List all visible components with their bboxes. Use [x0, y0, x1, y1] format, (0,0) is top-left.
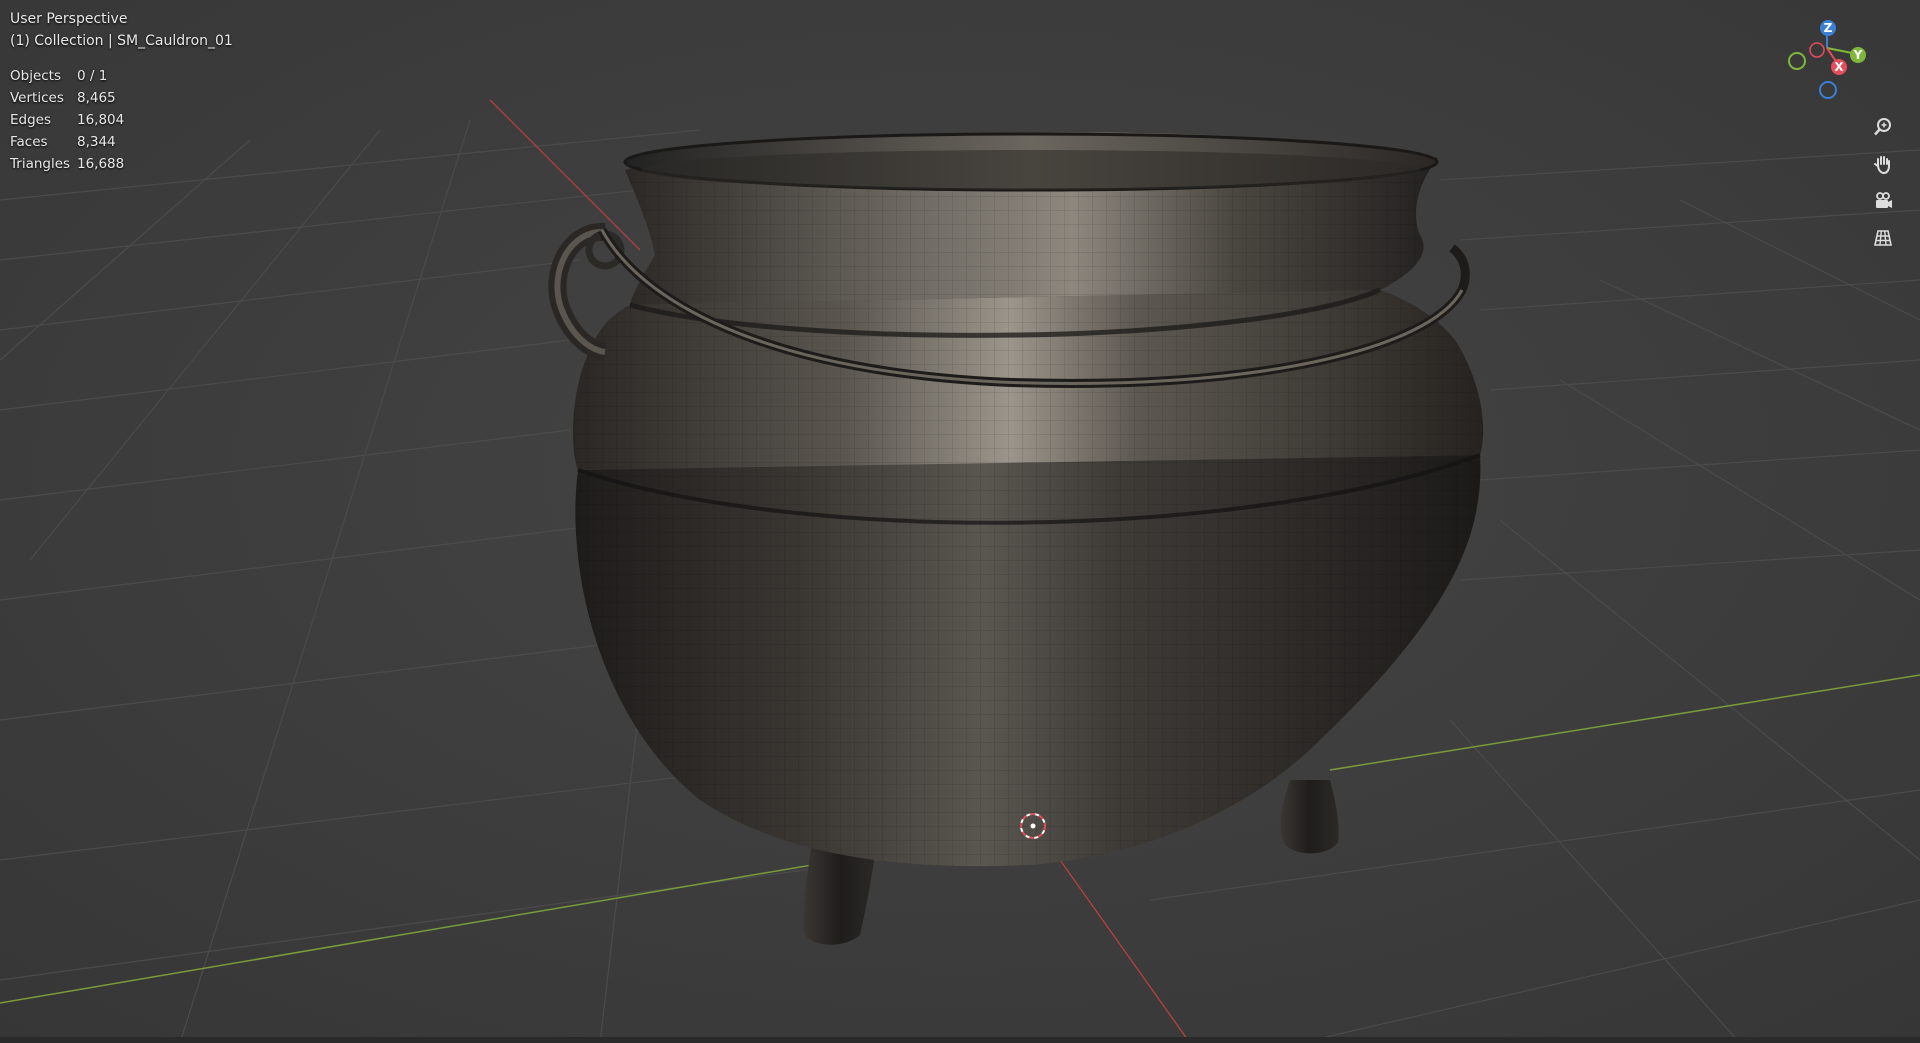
viewport-navigation-buttons [1868, 112, 1898, 253]
x-axis-label: X [1834, 60, 1844, 74]
z-axis-label: Z [1824, 21, 1833, 35]
stat-label: Faces [10, 134, 48, 150]
perspective-toggle-button[interactable] [1868, 223, 1898, 253]
neg-y-axis-handle[interactable] [1788, 52, 1806, 70]
stat-value: 0 / 1 [77, 68, 108, 84]
zoom-button[interactable] [1868, 112, 1898, 142]
pan-button[interactable] [1868, 149, 1898, 179]
viewport-info-overlay: User Perspective (1) Collection | SM_Cau… [10, 8, 233, 175]
stat-value: 8,344 [77, 134, 116, 150]
camera-view-button[interactable] [1868, 186, 1898, 216]
stat-label: Objects [10, 68, 62, 84]
scene-statistics: Objects 0 / 1 Vertices 8,465 Edges 16,80… [10, 65, 233, 175]
grid-view-icon [1874, 230, 1892, 246]
viewport-scene [0, 0, 1920, 1043]
neg-z-axis-handle[interactable] [1819, 81, 1837, 99]
view-mode-label: User Perspective [10, 11, 128, 27]
stat-value: 8,465 [77, 90, 116, 106]
hand-pan-icon [1874, 156, 1890, 175]
navigation-gizmo[interactable]: Z Y X [1772, 10, 1882, 110]
stat-label: Triangles [10, 156, 71, 172]
viewport-bottom-edge [0, 1037, 1920, 1043]
neg-x-axis-handle[interactable] [1809, 42, 1825, 58]
stat-value: 16,804 [77, 112, 125, 128]
stat-label: Vertices [10, 90, 64, 106]
y-axis-label: Y [1853, 48, 1863, 62]
stat-label: Edges [10, 112, 52, 128]
3d-viewport[interactable]: User Perspective (1) Collection | SM_Cau… [0, 0, 1920, 1043]
collection-label: (1) Collection | SM_Cauldron_01 [10, 33, 233, 49]
stat-value: 16,688 [77, 156, 125, 172]
camera-icon [1876, 192, 1892, 208]
zoom-icon [1874, 118, 1891, 136]
